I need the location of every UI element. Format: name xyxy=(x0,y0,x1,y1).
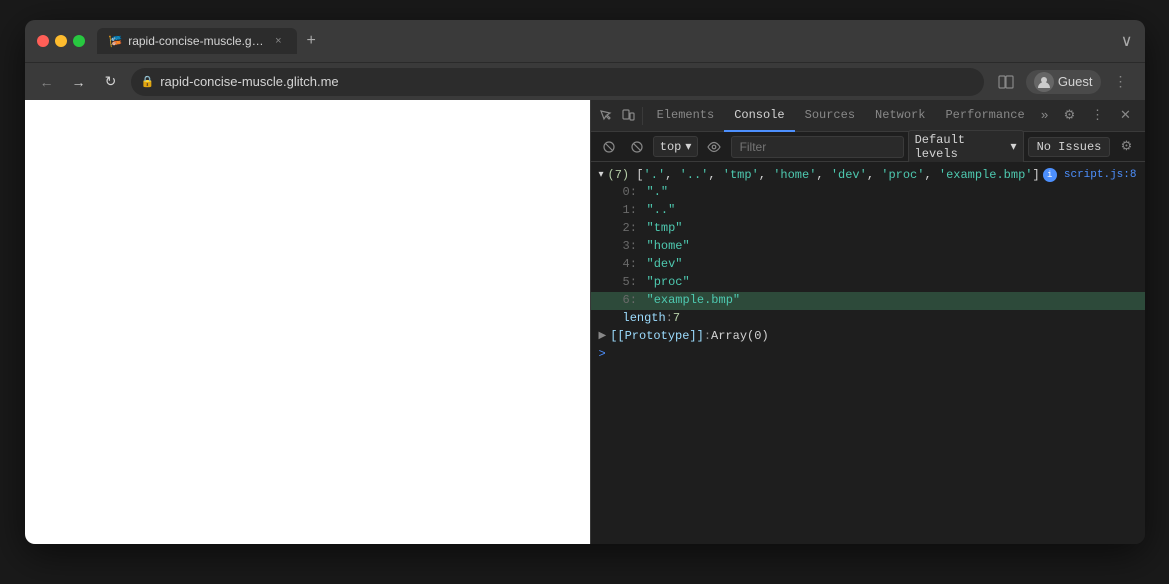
inspect-element-button[interactable] xyxy=(597,103,617,129)
default-levels-button[interactable]: Default levels ▾ xyxy=(908,130,1024,164)
console-context-selector[interactable]: top ▾ xyxy=(653,136,699,157)
default-levels-label: Default levels xyxy=(915,133,1008,161)
array-item-5: 5: "proc" xyxy=(591,274,1145,292)
device-toolbar-button[interactable] xyxy=(618,103,638,129)
console-filter-input[interactable] xyxy=(731,136,904,158)
default-levels-arrow-icon: ▾ xyxy=(1011,139,1017,154)
devtools-toolbar: Elements Console Sources Network Perform… xyxy=(591,100,1145,132)
line-source[interactable]: script.js:8 xyxy=(1064,169,1137,181)
close-traffic-light[interactable] xyxy=(37,35,49,47)
address-text: rapid-concise-muscle.glitch.me xyxy=(160,74,338,89)
account-button[interactable]: Guest xyxy=(1026,70,1101,94)
array-item-2: 2: "tmp" xyxy=(591,220,1145,238)
index-0-label: 0: xyxy=(623,185,643,199)
console-eye-button[interactable] xyxy=(702,134,726,160)
expand-prototype-icon[interactable]: ▶ xyxy=(599,330,607,342)
array-item-6: 6: "example.bmp" xyxy=(591,292,1145,310)
value-5: "proc" xyxy=(647,275,690,289)
length-line: length: 7 xyxy=(591,310,1145,328)
context-arrow-icon: ▾ xyxy=(685,139,691,154)
more-tabs-button[interactable]: » xyxy=(1035,104,1055,127)
info-badge: i xyxy=(1043,168,1057,182)
tab-area: 🎏 rapid-concise-muscle.glitch.m… × + xyxy=(97,28,1113,54)
console-output: ▾ (7) ['.', '..', 'tmp', 'home', 'dev', … xyxy=(591,162,1145,544)
maximize-traffic-light[interactable] xyxy=(73,35,85,47)
window-control-button[interactable]: ∨ xyxy=(1121,31,1133,51)
value-3: "home" xyxy=(647,239,690,253)
prototype-value: Array(0) xyxy=(711,329,769,343)
value-6: "example.bmp" xyxy=(647,293,741,307)
devtools-right-icons: ⚙ ⋮ ✕ xyxy=(1057,103,1139,129)
traffic-lights xyxy=(37,35,85,47)
prototype-line[interactable]: ▶ [[Prototype]] : Array(0) xyxy=(591,328,1145,344)
minimize-traffic-light[interactable] xyxy=(55,35,67,47)
lock-icon: 🔒 xyxy=(141,75,155,88)
browser-window: 🎏 rapid-concise-muscle.glitch.m… × + ∨ ←… xyxy=(25,20,1145,544)
back-button[interactable]: ← xyxy=(35,70,59,94)
index-5-label: 5: xyxy=(623,275,643,289)
nav-bar: ← → ↻ 🔒 rapid-concise-muscle.glitch.me xyxy=(25,62,1145,100)
length-value: 7 xyxy=(673,311,680,325)
tab-sources[interactable]: Sources xyxy=(795,100,865,132)
account-avatar xyxy=(1034,72,1054,92)
value-0: "." xyxy=(647,185,669,199)
context-label: top xyxy=(660,140,682,154)
no-issues-button[interactable]: No Issues xyxy=(1028,137,1111,157)
index-6-label: 6: xyxy=(623,293,643,307)
console-subtoolbar: top ▾ Default levels ▾ No Issues ⚙ xyxy=(591,132,1145,162)
console-input-line[interactable]: > xyxy=(591,344,1145,364)
tab-elements[interactable]: Elements xyxy=(647,100,725,132)
new-tab-button[interactable]: + xyxy=(301,30,322,52)
sidebar-toggle-button[interactable] xyxy=(992,68,1020,96)
tab-network[interactable]: Network xyxy=(865,100,935,132)
tab-title: rapid-concise-muscle.glitch.m… xyxy=(128,34,266,48)
account-label: Guest xyxy=(1058,74,1093,89)
array-item-3: 3: "home" xyxy=(591,238,1145,256)
browser-page xyxy=(25,100,590,544)
expand-array-icon[interactable]: ▾ xyxy=(599,169,604,181)
value-1: ".." xyxy=(647,203,676,217)
tab-performance[interactable]: Performance xyxy=(935,100,1034,132)
array-header-line[interactable]: ▾ (7) ['.', '..', 'tmp', 'home', 'dev', … xyxy=(591,166,1145,184)
tab-favicon-icon: 🎏 xyxy=(109,35,123,48)
console-settings-button[interactable]: ⚙ xyxy=(1114,134,1138,160)
console-input-arrow: > xyxy=(599,347,606,361)
value-4: "dev" xyxy=(647,257,683,271)
forward-button[interactable]: → xyxy=(67,70,91,94)
title-bar: 🎏 rapid-concise-muscle.glitch.m… × + ∨ xyxy=(25,20,1145,62)
reload-button[interactable]: ↻ xyxy=(99,70,123,94)
array-item-4: 4: "dev" xyxy=(591,256,1145,274)
index-3-label: 3: xyxy=(623,239,643,253)
tab-close-button[interactable]: × xyxy=(272,34,284,48)
array-item-0: 0: "." xyxy=(591,184,1145,202)
devtools-settings-button[interactable]: ⚙ xyxy=(1057,103,1083,129)
nav-right-icons: Guest ⋮ xyxy=(992,68,1135,96)
tab-console[interactable]: Console xyxy=(724,100,794,132)
console-block-button[interactable] xyxy=(625,134,649,160)
prototype-sep: : xyxy=(704,329,711,343)
index-4-label: 4: xyxy=(623,257,643,271)
array-preview: (7) ['.', '..', 'tmp', 'home', 'dev', 'p… xyxy=(608,168,1040,182)
index-2-label: 2: xyxy=(623,221,643,235)
devtools-more-button[interactable]: ⋮ xyxy=(1085,103,1111,129)
address-bar[interactable]: 🔒 rapid-concise-muscle.glitch.me xyxy=(131,68,984,96)
length-key: length xyxy=(623,311,666,325)
toolbar-separator xyxy=(642,107,643,125)
index-1-label: 1: xyxy=(623,203,643,217)
prototype-key: [[Prototype]] xyxy=(610,329,704,343)
active-tab[interactable]: 🎏 rapid-concise-muscle.glitch.m… × xyxy=(97,28,297,54)
array-item-1: 1: ".." xyxy=(591,202,1145,220)
content-area: Elements Console Sources Network Perform… xyxy=(25,100,1145,544)
devtools-close-button[interactable]: ✕ xyxy=(1113,103,1139,129)
devtools-panel: Elements Console Sources Network Perform… xyxy=(590,100,1145,544)
value-2: "tmp" xyxy=(647,221,683,235)
console-clear-button[interactable] xyxy=(597,134,621,160)
browser-more-button[interactable]: ⋮ xyxy=(1107,68,1135,96)
devtools-tabs: Elements Console Sources Network Perform… xyxy=(647,100,1055,132)
